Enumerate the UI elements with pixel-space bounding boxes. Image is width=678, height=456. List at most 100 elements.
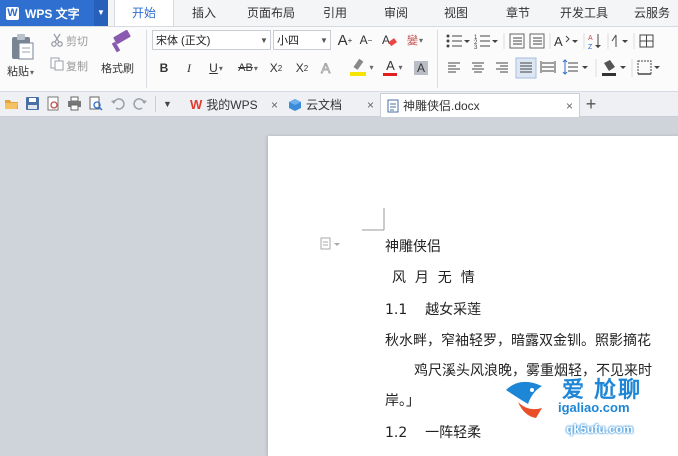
paragraph-row-1: 123 A AZ [444,31,678,51]
tab-my-wps[interactable]: W 我的WPS × [184,93,284,116]
numbered-list-icon[interactable]: 123 [474,35,498,51]
font-size-value: 小四 [277,35,299,47]
shading-fill-icon[interactable] [602,60,626,76]
chevron-down-icon: ▾ [398,62,403,72]
app-menu-button[interactable]: W WPS 文字 [0,0,94,26]
print-icon[interactable] [67,96,82,111]
font-color-icon: A [383,58,398,76]
decrease-font-size-button[interactable]: A − [358,31,374,49]
output-pdf-icon[interactable] [46,96,61,111]
close-icon[interactable]: × [271,98,278,112]
copy-button[interactable]: 复制 [66,58,88,74]
tab-cloud-docs-label: 云文档 [306,98,343,112]
tab-my-wps-label: 我的WPS [206,98,258,112]
app-menu-dropdown-icon[interactable]: ▼ [94,0,108,26]
character-shading-button[interactable]: A [412,59,430,77]
close-icon[interactable]: × [566,99,573,113]
underline-button[interactable]: U ▾ [205,59,227,77]
tab-cloud-service[interactable]: 云服务 [626,0,678,26]
decrease-indent-icon[interactable] [509,33,525,49]
paragraph-line-3[interactable]: 岸。」 [385,390,420,410]
site-watermark: 爱 尬聊 igaliao.com qk5ufu.com [500,370,678,445]
eraser-icon: A [382,33,397,47]
phonetic-guide-button[interactable]: 變 ▾ [403,31,427,49]
section-heading-1[interactable]: 1.1 越女采莲 [385,299,481,319]
increase-font-size-button[interactable]: A + [336,31,354,49]
justify-icon[interactable] [515,57,537,79]
wps-logo-icon: W [6,6,19,20]
tab-developer[interactable]: 开发工具 [552,0,616,26]
tab-page-layout[interactable]: 页面布局 [238,0,304,26]
superscript-button[interactable]: X2 [266,59,286,77]
chinese-layout-icon[interactable]: A [554,34,578,49]
undo-icon[interactable] [110,96,125,111]
align-center-icon[interactable] [472,62,484,73]
paste-button[interactable] [8,32,36,62]
customize-toolbar-dropdown-icon[interactable]: ▼ [163,96,175,112]
table-grid-icon[interactable] [639,34,654,48]
print-preview-icon[interactable] [88,96,103,111]
paste-label[interactable]: 粘贴▾ [7,63,34,79]
cut-button[interactable]: 剪切 [66,33,88,49]
scissors-icon [50,33,64,47]
document-icon [387,99,399,113]
chevron-down-icon: ▼ [260,35,268,45]
superscript-mark: 2 [277,63,283,73]
align-left-icon[interactable] [448,62,460,73]
svg-text:A: A [588,35,593,42]
paste-text: 粘贴 [7,66,29,78]
document-title[interactable]: 神雕侠侣 [385,236,441,256]
bullet-list-icon[interactable] [446,34,471,48]
strikethrough-button[interactable]: AB ▾ [232,59,264,77]
tab-review[interactable]: 审阅 [372,0,420,26]
text-effect-button[interactable]: A [318,59,336,77]
font-name-value: 宋体 (正文) [156,35,211,47]
tab-document-label: 神雕侠侣.docx [403,99,480,113]
subscript-button[interactable]: X2 [292,59,312,77]
tab-insert[interactable]: 插入 [178,0,230,26]
clipboard-icon [12,34,34,60]
show-marks-icon[interactable] [611,34,628,47]
line-spacing-icon[interactable] [562,59,588,75]
tab-chapter[interactable]: 章节 [494,0,542,26]
section-heading-2[interactable]: 1.2 一阵轻柔 [385,422,481,442]
highlight-color-button[interactable]: ▾ [346,57,376,77]
plus-icon: + [347,35,353,45]
bold-button[interactable]: B [156,59,172,77]
cloud-cube-icon [288,98,302,112]
tab-home[interactable]: 开始 [114,0,174,26]
document-subtitle[interactable]: 风 月 无 情 [392,267,475,287]
redo-icon[interactable] [133,96,148,111]
distribute-icon[interactable] [540,61,556,73]
sort-icon[interactable]: AZ [588,34,601,51]
format-painter-button[interactable]: 格式刷 [101,60,134,76]
clear-format-button[interactable]: A [380,31,398,49]
paragraph-handle-icon[interactable] [320,237,342,251]
font-color-button[interactable]: A ▾ [380,57,406,77]
italic-button[interactable]: I [182,59,196,77]
open-folder-icon[interactable] [4,96,19,111]
subscript-icon: X [295,61,304,75]
save-icon[interactable] [25,96,40,111]
margin-corner-mark [362,208,386,232]
font-name-select[interactable]: 宋体 (正文) ▼ [152,30,271,50]
font-color-swatch [383,72,398,76]
increase-indent-icon[interactable] [529,33,545,49]
borders-icon[interactable] [637,60,660,75]
font-size-select[interactable]: 小四 ▼ [273,30,331,50]
new-tab-button[interactable]: + [583,93,599,115]
close-icon[interactable]: × [367,98,374,112]
align-right-icon[interactable] [496,62,508,73]
wps-logo-icon: W [190,97,203,112]
increase-font-icon: A [337,31,348,49]
tab-references[interactable]: 引用 [312,0,358,26]
paragraph-line-1[interactable]: 秋水畔，窄袖轻罗，暗露双金钏。照影摘花 [385,330,651,350]
format-painter-icon [108,29,134,56]
tab-cloud-docs[interactable]: 云文档 × [284,93,380,116]
paragraph-row-2 [444,57,678,79]
tab-view[interactable]: 视图 [432,0,480,26]
tab-document[interactable]: 神雕侠侣.docx × [380,93,580,117]
ribbon-divider [146,30,147,88]
subscript-mark: 2 [303,63,309,73]
toolbar-divider [155,96,156,112]
